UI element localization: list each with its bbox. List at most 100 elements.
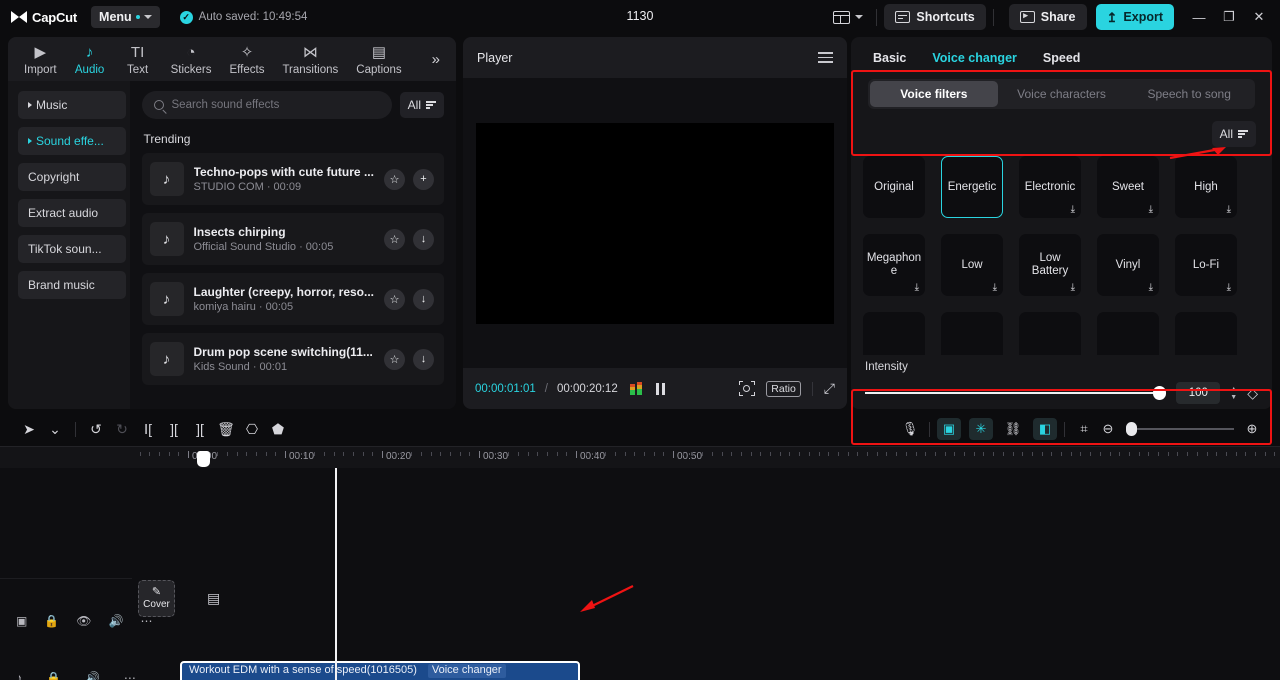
- select-tool-icon[interactable]: ➤: [16, 417, 42, 441]
- trim-right-icon[interactable]: ][: [187, 417, 213, 441]
- record-voiceover-icon[interactable]: 🎙: [898, 418, 922, 440]
- voice-filter-original[interactable]: Original: [863, 156, 925, 218]
- category-music[interactable]: Music: [18, 91, 126, 119]
- link-clips-icon[interactable]: ⛓: [1001, 418, 1025, 440]
- audio-track-icon[interactable]: ♪: [16, 671, 22, 680]
- download-icon[interactable]: ⤓: [1071, 283, 1075, 293]
- ratio-button[interactable]: Ratio: [766, 380, 801, 397]
- player-menu-icon[interactable]: [818, 52, 833, 63]
- voice-filter-energetic[interactable]: Energetic: [941, 156, 1003, 218]
- add-icon[interactable]: +: [413, 168, 434, 190]
- voice-filter-megaphone[interactable]: Megaphone ⤓: [863, 234, 925, 296]
- intensity-slider[interactable]: [865, 386, 1167, 400]
- crop-icon[interactable]: ⬟: [265, 417, 291, 441]
- voice-filter-electronic[interactable]: Electronic ⤓: [1019, 156, 1081, 218]
- intensity-stepper[interactable]: ▲ ▼: [1230, 386, 1237, 401]
- track-type-icon[interactable]: ▣: [16, 614, 27, 628]
- maximize-button[interactable]: ❐: [1214, 2, 1244, 32]
- favorite-icon[interactable]: ☆: [384, 348, 405, 370]
- voice-filter-sweet[interactable]: Sweet ⤓: [1097, 156, 1159, 218]
- media-filter-button[interactable]: All: [399, 92, 444, 118]
- download-icon[interactable]: ⤓: [993, 283, 997, 293]
- volume-icon[interactable]: 🔊: [109, 614, 124, 628]
- voice-filter-low[interactable]: Low ⤓: [941, 234, 1003, 296]
- tab-captions[interactable]: ▤ Captions: [348, 43, 409, 76]
- segment-speech-to-song[interactable]: Speech to song: [1125, 81, 1253, 107]
- download-icon[interactable]: ↓: [413, 288, 434, 310]
- keyframe-icon[interactable]: ◇: [1247, 385, 1258, 402]
- close-button[interactable]: ✕: [1244, 2, 1274, 32]
- auto-cut-icon[interactable]: ▣: [937, 418, 961, 440]
- voice-filter-low-battery[interactable]: Low Battery ⤓: [1019, 234, 1081, 296]
- mirror-split-icon[interactable]: ◧: [1033, 418, 1057, 440]
- cover-button[interactable]: ✎ Cover: [138, 580, 175, 617]
- share-button[interactable]: Share: [1008, 4, 1087, 30]
- trim-left-icon[interactable]: ][: [161, 417, 187, 441]
- slider-knob[interactable]: [1126, 422, 1137, 436]
- category-tiktok-sounds[interactable]: TikTok soun...: [18, 235, 126, 263]
- category-copyright[interactable]: Copyright: [18, 163, 126, 191]
- list-item[interactable]: ♪ Techno-pops with cute future ... STUDI…: [141, 153, 444, 205]
- category-extract-audio[interactable]: Extract audio: [18, 199, 126, 227]
- playhead-handle[interactable]: [197, 451, 210, 467]
- volume-icon[interactable]: 🔊: [85, 671, 100, 680]
- slider-knob[interactable]: [1153, 386, 1167, 400]
- download-icon[interactable]: ⤓: [915, 283, 919, 293]
- voice-filter-lo-fi[interactable]: Lo-Fi ⤓: [1175, 234, 1237, 296]
- list-item[interactable]: ♪ Drum pop scene switching(11... Kids So…: [141, 333, 444, 385]
- pause-button[interactable]: [655, 382, 665, 395]
- voice-filter-high[interactable]: High ⤓: [1175, 156, 1237, 218]
- tab-stickers[interactable]: ◔ Stickers: [163, 43, 220, 76]
- eye-icon[interactable]: 👁: [76, 614, 91, 628]
- minimize-button[interactable]: —: [1184, 2, 1214, 32]
- more-tabs-icon[interactable]: »: [424, 51, 448, 68]
- fullscreen-icon[interactable]: ⤢: [824, 380, 835, 397]
- intensity-value-input[interactable]: 100: [1176, 382, 1221, 404]
- favorite-icon[interactable]: ☆: [384, 228, 405, 250]
- segment-voice-filters[interactable]: Voice filters: [870, 81, 998, 107]
- tab-speed[interactable]: Speed: [1043, 51, 1081, 65]
- voice-filter-vinyl[interactable]: Vinyl ⤓: [1097, 234, 1159, 296]
- undo-icon[interactable]: ↺: [83, 417, 109, 441]
- delete-icon[interactable]: 🗑: [213, 417, 239, 441]
- zoom-in-icon[interactable]: ⊕: [1240, 418, 1264, 440]
- download-icon[interactable]: ⤓: [1149, 205, 1153, 215]
- tab-basic[interactable]: Basic: [873, 51, 906, 65]
- split-icon[interactable]: Ⅰ[: [135, 417, 161, 441]
- tab-voice-changer[interactable]: Voice changer: [932, 51, 1017, 65]
- snap-to-center-icon[interactable]: ✳: [969, 418, 993, 440]
- redo-icon[interactable]: ↻: [109, 417, 135, 441]
- timeline-ruler[interactable]: 00:0000:1000:2000:3000:4000:50: [0, 446, 1280, 468]
- category-brand-music[interactable]: Brand music: [18, 271, 126, 299]
- tab-import[interactable]: ▶ Import: [16, 43, 65, 76]
- tab-audio[interactable]: ♪ Audio: [67, 43, 113, 76]
- mirror-icon[interactable]: ⎔: [239, 417, 265, 441]
- search-input[interactable]: Search sound effects: [141, 91, 392, 119]
- lock-icon[interactable]: 🔒: [46, 671, 61, 680]
- export-button[interactable]: ↥ Export: [1095, 4, 1174, 30]
- zoom-out-icon[interactable]: ⊖: [1096, 418, 1120, 440]
- lock-icon[interactable]: 🔒: [44, 614, 59, 628]
- fit-timeline-icon[interactable]: ⌗: [1072, 418, 1096, 440]
- layout-button[interactable]: [827, 7, 869, 28]
- download-icon[interactable]: ↓: [413, 348, 434, 370]
- menu-button[interactable]: Menu: [91, 6, 160, 28]
- download-icon[interactable]: ⤓: [1227, 205, 1231, 215]
- favorite-icon[interactable]: ☆: [384, 168, 405, 190]
- list-item[interactable]: ♪ Laughter (creepy, horror, reso... komi…: [141, 273, 444, 325]
- zoom-icon[interactable]: [739, 381, 756, 396]
- download-icon[interactable]: ⤓: [1071, 205, 1075, 215]
- favorite-icon[interactable]: ☆: [384, 288, 405, 310]
- tab-effects[interactable]: ✧ Effects: [222, 43, 273, 76]
- segment-voice-characters[interactable]: Voice characters: [998, 81, 1126, 107]
- download-icon[interactable]: ↓: [413, 228, 434, 250]
- download-icon[interactable]: ⤓: [1149, 283, 1153, 293]
- download-icon[interactable]: ⤓: [1227, 283, 1231, 293]
- voice-filter-filter-button[interactable]: All: [1211, 121, 1256, 147]
- tab-transitions[interactable]: ⋈ Transitions: [274, 43, 346, 76]
- shortcuts-button[interactable]: Shortcuts: [884, 4, 986, 30]
- category-sound-effects[interactable]: Sound effe...: [18, 127, 126, 155]
- list-item[interactable]: ♪ Insects chirping Official Sound Studio…: [141, 213, 444, 265]
- video-preview[interactable]: [476, 122, 834, 324]
- timeline-zoom-slider[interactable]: [1126, 422, 1234, 436]
